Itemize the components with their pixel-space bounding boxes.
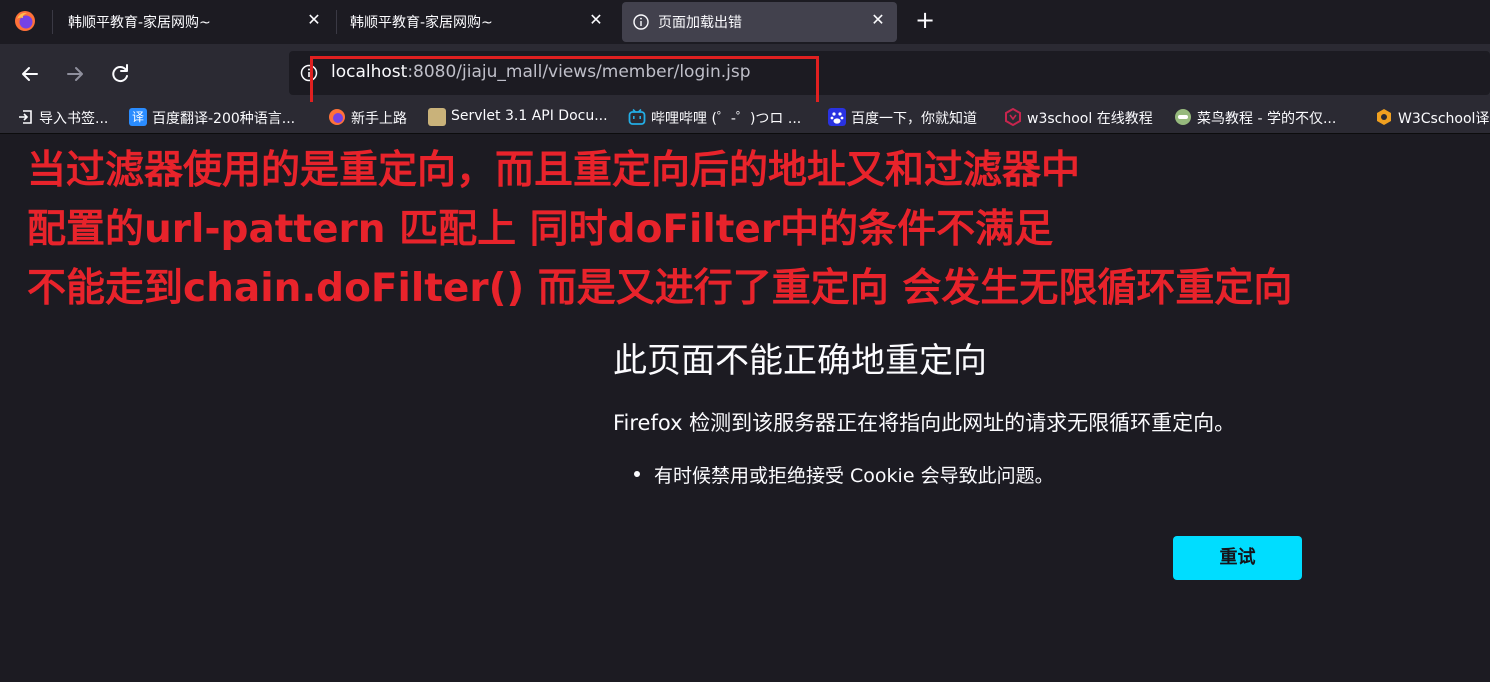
bullet-icon <box>634 471 640 477</box>
info-icon <box>633 14 649 30</box>
baidu-translate-icon: 译 <box>129 108 147 126</box>
w3cschool-icon <box>1377 109 1391 125</box>
w3school-icon <box>1005 108 1021 126</box>
annotation-line-2: 配置的url-pattern 匹配上 同时doFilter中的条件不满足 <box>27 207 1054 252</box>
bookmark-label: 百度一下，你就知道 <box>851 111 977 127</box>
bookmark-label: 百度翻译-200种语言... <box>152 111 296 127</box>
runoob-icon <box>1175 109 1191 125</box>
tab-title: 韩顺平教育-家居网购~ <box>350 15 493 31</box>
new-tab-button[interactable]: + <box>914 8 936 32</box>
bookmark-label: 新手上路 <box>351 111 407 127</box>
error-title: 此页面不能正确地重定向 <box>613 341 987 381</box>
bookmark-label: W3Cschool译 <box>1398 111 1490 127</box>
tab-1[interactable]: 韩顺平教育-家居网购~ ✕ <box>54 0 336 44</box>
annotation-line-3: 不能走到chain.doFilter() 而是又进行了重定向 会发生无限循环重定… <box>27 266 1293 311</box>
bilibili-icon <box>628 108 646 125</box>
bullet-text: 有时候禁用或拒绝接受 Cookie 会导致此问题。 <box>654 465 1054 487</box>
bookmarks-toolbar: 导入书签... 译 百度翻译-200种语言... 新手上路 Servlet 3.… <box>0 102 1490 134</box>
tab-title: 韩顺平教育-家居网购~ <box>68 15 211 31</box>
tab-2[interactable]: 韩顺平教育-家居网购~ ✕ <box>337 0 619 44</box>
servlet-icon <box>428 108 446 126</box>
close-icon[interactable]: ✕ <box>869 11 887 29</box>
bookmark-label: 菜鸟教程 - 学的不仅... <box>1197 111 1337 127</box>
bookmark-label: w3school 在线教程 <box>1027 111 1153 127</box>
tab-strip: 韩顺平教育-家居网购~ ✕ 韩顺平教育-家居网购~ ✕ 页面加载出错 ✕ + <box>0 0 1490 44</box>
retry-button[interactable]: 重试 <box>1173 536 1302 580</box>
close-icon[interactable]: ✕ <box>587 11 605 29</box>
bookmark-label: Servlet 3.1 API Docu... <box>451 108 608 124</box>
tab-3-active[interactable]: 页面加载出错 ✕ <box>622 2 897 42</box>
close-icon[interactable]: ✕ <box>305 11 323 29</box>
forward-arrow-icon[interactable] <box>61 60 89 88</box>
reload-icon[interactable] <box>106 60 134 88</box>
firefox-icon[interactable] <box>14 10 36 32</box>
baidu-icon <box>828 108 846 126</box>
url-bar[interactable]: localhost:8080/jiaju_mall/views/member/l… <box>289 51 1490 107</box>
error-description: Firefox 检测到该服务器正在将指向此网址的请求无限循环重定向。 <box>613 411 1236 435</box>
annotation-line-1: 当过滤器使用的是重定向，而且重定向后的地址又和过滤器中 <box>27 148 1081 193</box>
import-icon <box>19 110 32 124</box>
navigation-toolbar: localhost:8080/jiaju_mall/views/member/l… <box>0 44 1490 107</box>
tab-title: 页面加载出错 <box>658 15 742 31</box>
url-highlight-box <box>310 56 819 107</box>
bookmark-label: 哔哩哔哩 (゜-゜)つロ ... <box>651 111 802 127</box>
bookmark-label: 导入书签... <box>39 111 109 127</box>
back-arrow-icon[interactable] <box>16 60 44 88</box>
firefox-icon <box>329 109 345 125</box>
tab-separator <box>52 10 53 34</box>
